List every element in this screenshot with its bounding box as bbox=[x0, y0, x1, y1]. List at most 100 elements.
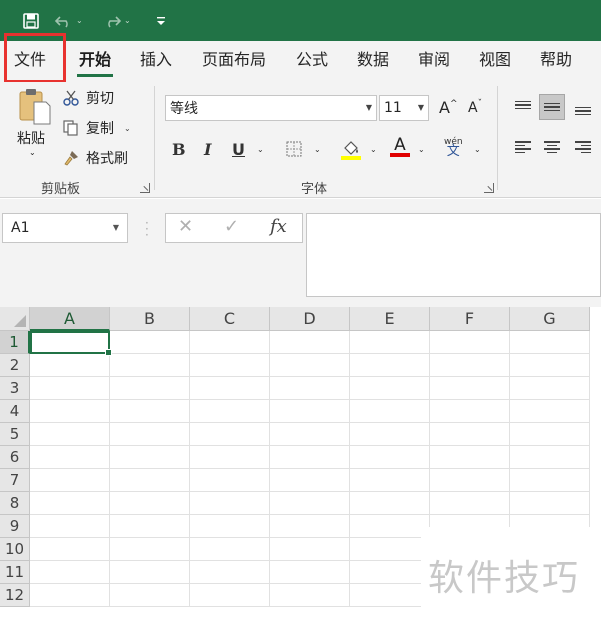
grid-cell[interactable] bbox=[350, 584, 430, 607]
align-middle-button[interactable] bbox=[539, 94, 565, 120]
font-launcher-icon[interactable] bbox=[484, 183, 494, 193]
font-size-box[interactable]: 11 ▼ bbox=[379, 95, 429, 121]
grid-cell[interactable] bbox=[510, 492, 590, 515]
tab-data[interactable]: 数据 bbox=[353, 41, 393, 82]
grid-cell[interactable] bbox=[110, 354, 190, 377]
row-header-6[interactable]: 6 bbox=[0, 446, 30, 469]
underline-button[interactable]: U bbox=[232, 137, 245, 161]
italic-button[interactable]: I bbox=[204, 137, 211, 161]
row-header-7[interactable]: 7 bbox=[0, 469, 30, 492]
row-header-10[interactable]: 10 bbox=[0, 538, 30, 561]
grid-cell[interactable] bbox=[30, 469, 110, 492]
row-header-4[interactable]: 4 bbox=[0, 400, 30, 423]
grid-cell[interactable] bbox=[350, 423, 430, 446]
grid-cell[interactable] bbox=[430, 446, 510, 469]
name-box-dropdown-icon[interactable]: ▼ bbox=[113, 214, 119, 242]
undo-button[interactable]: ⌄ bbox=[54, 0, 94, 41]
paste-button[interactable] bbox=[14, 86, 54, 126]
undo-dropdown-icon[interactable]: ⌄ bbox=[76, 16, 83, 25]
font-color-dropdown-icon[interactable]: ⌄ bbox=[418, 137, 425, 161]
grid-cell[interactable] bbox=[110, 446, 190, 469]
grid-cell[interactable] bbox=[110, 423, 190, 446]
grid-cell[interactable] bbox=[350, 492, 430, 515]
column-header-a[interactable]: A bbox=[30, 307, 110, 331]
grid-cell[interactable] bbox=[430, 423, 510, 446]
grid-cell[interactable] bbox=[510, 354, 590, 377]
grid-cell[interactable] bbox=[350, 377, 430, 400]
row-header-8[interactable]: 8 bbox=[0, 492, 30, 515]
grid-cell[interactable] bbox=[30, 515, 110, 538]
grid-cell[interactable] bbox=[510, 400, 590, 423]
grid-cell[interactable] bbox=[510, 423, 590, 446]
tab-insert[interactable]: 插入 bbox=[136, 41, 176, 82]
name-box[interactable]: A1 ▼ bbox=[2, 213, 128, 243]
grid-cell[interactable] bbox=[270, 354, 350, 377]
column-header-d[interactable]: D bbox=[270, 307, 350, 331]
grid-cell[interactable] bbox=[430, 469, 510, 492]
grid-cell[interactable] bbox=[190, 377, 270, 400]
format-painter-button[interactable]: 格式刷 bbox=[62, 148, 128, 168]
formula-input[interactable] bbox=[306, 213, 601, 297]
align-center-button[interactable] bbox=[539, 134, 565, 160]
copy-dropdown-icon[interactable]: ⌄ bbox=[124, 124, 131, 133]
copy-button[interactable]: 复制 ⌄ bbox=[62, 118, 131, 138]
grid-cell[interactable] bbox=[110, 515, 190, 538]
grid-cell[interactable] bbox=[190, 584, 270, 607]
grid-cell[interactable] bbox=[270, 584, 350, 607]
grid-cell[interactable] bbox=[30, 354, 110, 377]
grid-cell[interactable] bbox=[510, 331, 590, 354]
grid-cell[interactable] bbox=[190, 354, 270, 377]
grid-cell[interactable] bbox=[350, 561, 430, 584]
borders-button[interactable] bbox=[286, 137, 302, 161]
grid-cell[interactable] bbox=[350, 400, 430, 423]
grid-cell[interactable] bbox=[30, 561, 110, 584]
save-button[interactable] bbox=[18, 0, 44, 41]
grid-cell[interactable] bbox=[430, 492, 510, 515]
grid-cell[interactable] bbox=[190, 515, 270, 538]
grid-cell[interactable] bbox=[110, 469, 190, 492]
grid-cell[interactable] bbox=[350, 515, 430, 538]
fill-color-dropdown-icon[interactable]: ⌄ bbox=[370, 137, 377, 161]
grid-cell[interactable] bbox=[190, 561, 270, 584]
grid-cell[interactable] bbox=[270, 538, 350, 561]
align-top-button[interactable] bbox=[510, 92, 536, 118]
grid-cell[interactable] bbox=[270, 446, 350, 469]
grid-cell[interactable] bbox=[110, 492, 190, 515]
column-header-b[interactable]: B bbox=[110, 307, 190, 331]
grid-cell[interactable] bbox=[350, 446, 430, 469]
row-header-11[interactable]: 11 bbox=[0, 561, 30, 584]
grid-cell[interactable] bbox=[110, 400, 190, 423]
borders-dropdown-icon[interactable]: ⌄ bbox=[314, 137, 321, 161]
align-right-button[interactable] bbox=[570, 134, 596, 160]
grid-cell[interactable] bbox=[270, 423, 350, 446]
grid-cell[interactable] bbox=[350, 538, 430, 561]
grid-cell[interactable] bbox=[350, 354, 430, 377]
increase-font-button[interactable]: A ^ bbox=[439, 98, 458, 117]
cut-button[interactable]: 剪切 bbox=[62, 88, 114, 108]
redo-dropdown-icon[interactable]: ⌄ bbox=[124, 16, 131, 25]
grid-cell[interactable] bbox=[270, 377, 350, 400]
paste-dropdown-icon[interactable]: ⌄ bbox=[29, 148, 36, 157]
font-name-dropdown-icon[interactable]: ▼ bbox=[366, 103, 372, 112]
grid-cell[interactable] bbox=[430, 377, 510, 400]
customize-toolbar-button[interactable] bbox=[150, 0, 172, 41]
grid-cell[interactable] bbox=[430, 331, 510, 354]
grid-cell[interactable] bbox=[190, 446, 270, 469]
grid-cell[interactable] bbox=[270, 469, 350, 492]
tab-page-layout[interactable]: 页面布局 bbox=[198, 41, 270, 82]
bold-button[interactable]: B bbox=[172, 137, 186, 161]
insert-function-icon[interactable]: fx bbox=[270, 216, 287, 237]
grid-cell[interactable] bbox=[350, 331, 430, 354]
grid-cell[interactable] bbox=[30, 423, 110, 446]
tab-help[interactable]: 帮助 bbox=[536, 41, 576, 82]
decrease-font-button[interactable]: Aˇ bbox=[468, 99, 482, 116]
grid-cell[interactable] bbox=[270, 515, 350, 538]
tab-formulas[interactable]: 公式 bbox=[292, 41, 332, 82]
clipboard-launcher-icon[interactable] bbox=[140, 183, 150, 193]
grid-cell[interactable] bbox=[350, 469, 430, 492]
grid-cell[interactable] bbox=[110, 561, 190, 584]
grid-cell[interactable] bbox=[510, 469, 590, 492]
row-header-5[interactable]: 5 bbox=[0, 423, 30, 446]
tab-home[interactable]: 开始 bbox=[75, 41, 115, 82]
align-bottom-button[interactable] bbox=[570, 98, 596, 124]
